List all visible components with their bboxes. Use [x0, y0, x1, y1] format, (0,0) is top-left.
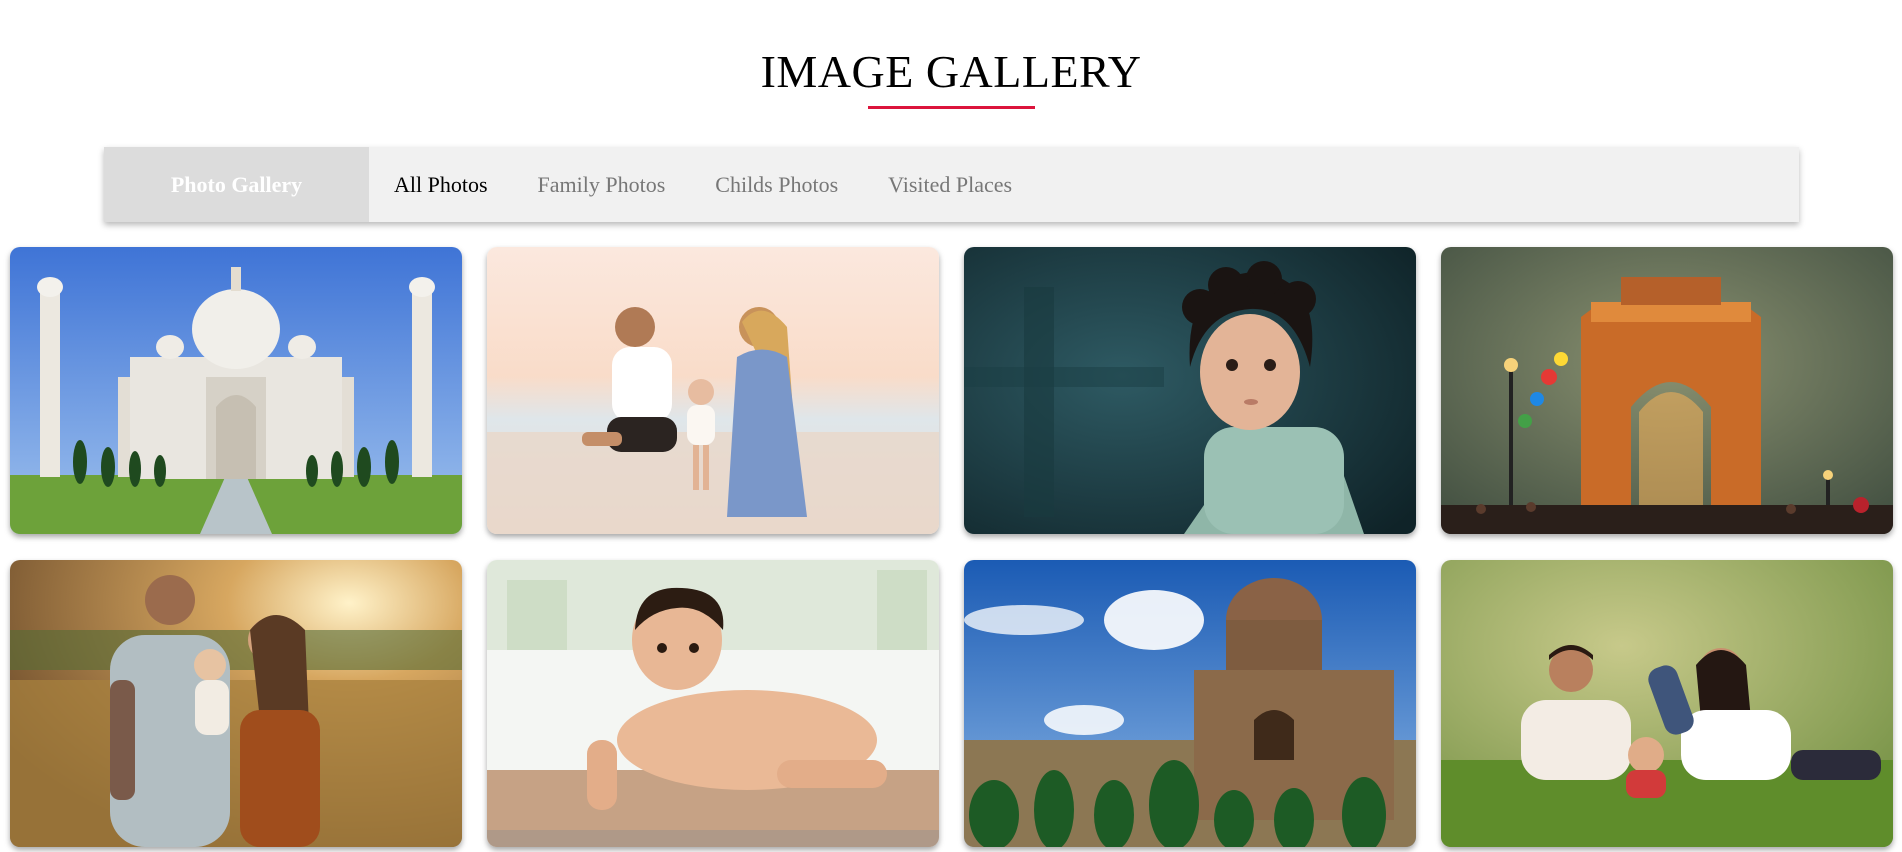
- tab-visited-places[interactable]: Visited Places: [888, 172, 1012, 198]
- family-beach-image: [487, 247, 939, 534]
- photo-lodhi-tomb[interactable]: [964, 560, 1416, 847]
- page-title: IMAGE GALLERY: [760, 46, 1142, 97]
- lodhi-tomb-image: [964, 560, 1416, 847]
- curly-boy-image: [964, 247, 1416, 534]
- india-gate-image: [1441, 247, 1893, 534]
- filter-tabs: All Photos Family Photos Childs Photos V…: [369, 147, 1062, 222]
- title-underline: [868, 106, 1035, 109]
- tab-childs-photos[interactable]: Childs Photos: [715, 172, 838, 198]
- crawling-baby-image: [487, 560, 939, 847]
- taj-mahal-image: [10, 247, 462, 534]
- photo-grid: [10, 247, 1893, 847]
- gallery-brand: Photo Gallery: [104, 147, 369, 222]
- photo-crawling-baby[interactable]: [487, 560, 939, 847]
- tab-all-photos[interactable]: All Photos: [394, 172, 488, 198]
- tab-family-photos[interactable]: Family Photos: [538, 172, 666, 198]
- photo-family-beach[interactable]: [487, 247, 939, 534]
- filter-bar: Photo Gallery All Photos Family Photos C…: [104, 147, 1799, 222]
- photo-family-sunset[interactable]: [10, 560, 462, 847]
- photo-india-gate[interactable]: [1441, 247, 1893, 534]
- photo-taj-mahal[interactable]: [10, 247, 462, 534]
- family-grass-image: [1441, 560, 1893, 847]
- photo-curly-boy[interactable]: [964, 247, 1416, 534]
- photo-family-grass[interactable]: [1441, 560, 1893, 847]
- family-sunset-image: [10, 560, 462, 847]
